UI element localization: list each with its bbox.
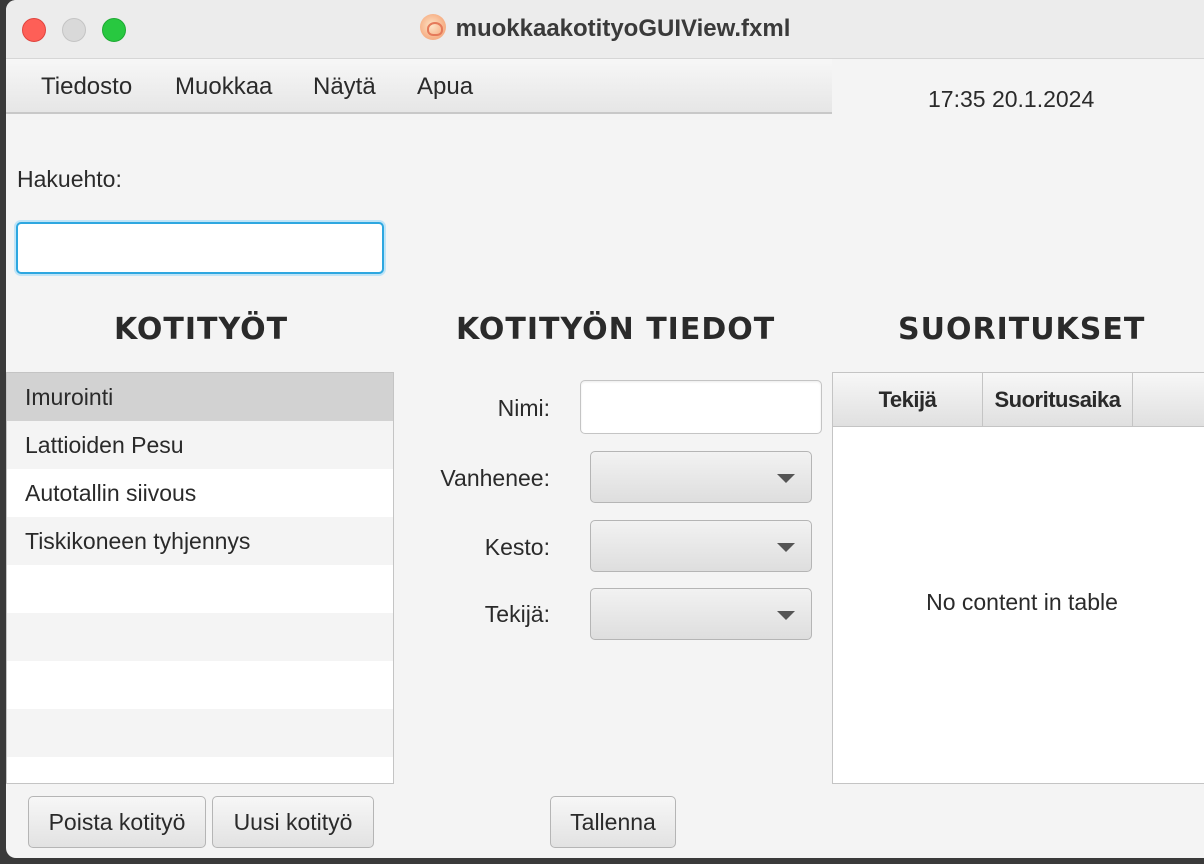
tekija-combo[interactable]: [590, 588, 812, 640]
tekija-label: Tekijä:: [484, 601, 550, 627]
kesto-label: Kesto:: [484, 534, 550, 560]
poista-kotityo-button[interactable]: Poista kotityö: [28, 796, 206, 848]
menu-muokkaa[interactable]: Muokkaa: [175, 73, 272, 101]
nimi-label: Nimi:: [497, 395, 550, 421]
empty-list-row: [7, 709, 393, 757]
search-input[interactable]: [16, 222, 384, 274]
title-bar[interactable]: muokkaakotityoGUIView.fxml: [6, 0, 1204, 59]
suoritukset-heading: SUORITUKSET: [898, 312, 1146, 347]
empty-list-row: [7, 757, 393, 783]
app-window: muokkaakotityoGUIView.fxml Tiedosto Muok…: [6, 0, 1204, 858]
kotityon-tiedot-heading: KOTITYÖN TIEDOT: [456, 312, 776, 347]
kesto-combo[interactable]: [590, 520, 812, 572]
list-item[interactable]: Autotallin siivous: [7, 469, 393, 517]
vanhenee-combo[interactable]: [590, 451, 812, 503]
table-header: Tekijä Suoritusaika: [833, 373, 1204, 427]
menu-apua[interactable]: Apua: [417, 73, 473, 101]
clock-label: 17:35 20.1.2024: [928, 86, 1095, 112]
menu-nayta[interactable]: Näytä: [313, 73, 376, 101]
tallenna-button[interactable]: Tallenna: [550, 796, 676, 848]
kotityot-list[interactable]: Imurointi Lattioiden Pesu Autotallin sii…: [6, 372, 394, 784]
list-item[interactable]: Imurointi: [7, 373, 393, 421]
chevron-down-icon: [777, 611, 795, 620]
empty-list-row: [7, 661, 393, 709]
column-header-filler: [1133, 373, 1204, 427]
list-item[interactable]: Tiskikoneen tyhjennys: [7, 517, 393, 565]
list-item[interactable]: Lattioiden Pesu: [7, 421, 393, 469]
app-icon: [419, 14, 446, 40]
chevron-down-icon: [777, 543, 795, 552]
column-header-suoritusaika[interactable]: Suoritusaika: [983, 373, 1133, 427]
menu-tiedosto[interactable]: Tiedosto: [41, 73, 132, 101]
nimi-field[interactable]: [580, 380, 822, 434]
window-title-group: muokkaakotityoGUIView.fxml: [6, 14, 1204, 43]
chevron-down-icon: [777, 474, 795, 483]
column-header-tekija[interactable]: Tekijä: [833, 373, 983, 427]
window-title: muokkaakotityoGUIView.fxml: [455, 15, 791, 42]
uusi-kotityo-button[interactable]: Uusi kotityö: [212, 796, 374, 848]
empty-list-row: [7, 565, 393, 613]
kotityot-heading: KOTITYÖT: [114, 312, 289, 347]
empty-list-row: [7, 613, 393, 661]
menu-bar: Tiedosto Muokkaa Näytä Apua: [6, 59, 832, 114]
suoritukset-table[interactable]: Tekijä Suoritusaika No content in table: [832, 372, 1204, 784]
table-placeholder: No content in table: [926, 589, 1118, 615]
vanhenee-label: Vanhenee:: [440, 465, 550, 491]
search-label: Hakuehto:: [17, 166, 122, 192]
